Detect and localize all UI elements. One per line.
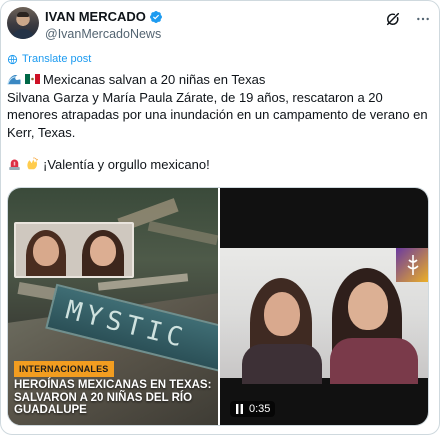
channel-logo <box>396 248 428 282</box>
media-grid: MYSTIC INTERNACIONALES HEROÍNAS MEXICANA… <box>7 187 429 426</box>
post-line-3: ¡Valentía y orgullo mexicano! <box>43 157 210 172</box>
siren-emoji-icon <box>9 159 20 170</box>
media-video-right[interactable]: 0:35 <box>220 188 428 425</box>
avatar[interactable] <box>7 7 39 39</box>
verified-badge-icon <box>149 11 162 23</box>
video-duration: 0:35 <box>249 403 271 415</box>
post-text: Mexicanas salvan a 20 niñas en Texas Sil… <box>7 71 435 174</box>
post-header: IVAN MERCADO @IvanMercadoNews <box>7 7 433 41</box>
mexico-flag-icon <box>25 74 40 84</box>
inset-photo <box>14 222 134 278</box>
translate-label[interactable]: Translate post <box>22 53 91 65</box>
handle[interactable]: @IvanMercadoNews <box>45 26 163 42</box>
wave-emoji-icon <box>7 74 21 85</box>
media-headline: HEROÍNAS MEXICANAS EN TEXAS: SALVARON A … <box>14 379 212 416</box>
translate-post-link[interactable]: Translate post <box>7 53 91 65</box>
category-tag: INTERNACIONALES <box>14 361 114 377</box>
clap-emoji-icon <box>27 157 38 170</box>
post-card[interactable]: IVAN MERCADO @IvanMercadoNews Translate … <box>0 0 440 435</box>
author-info[interactable]: IVAN MERCADO @IvanMercadoNews <box>45 9 163 42</box>
grok-icon[interactable] <box>385 11 401 27</box>
video-controls[interactable]: 0:35 <box>230 401 276 417</box>
post-line-1: Mexicanas salvan a 20 niñas en Texas <box>43 72 266 87</box>
post-line-2: Silvana Garza y María Paula Zárate, de 1… <box>7 89 428 140</box>
more-icon[interactable] <box>415 11 431 27</box>
media-image-left[interactable]: MYSTIC INTERNACIONALES HEROÍNAS MEXICANA… <box>8 188 218 425</box>
display-name[interactable]: IVAN MERCADO <box>45 9 146 25</box>
pause-icon[interactable] <box>235 404 244 414</box>
translate-icon <box>7 54 18 64</box>
